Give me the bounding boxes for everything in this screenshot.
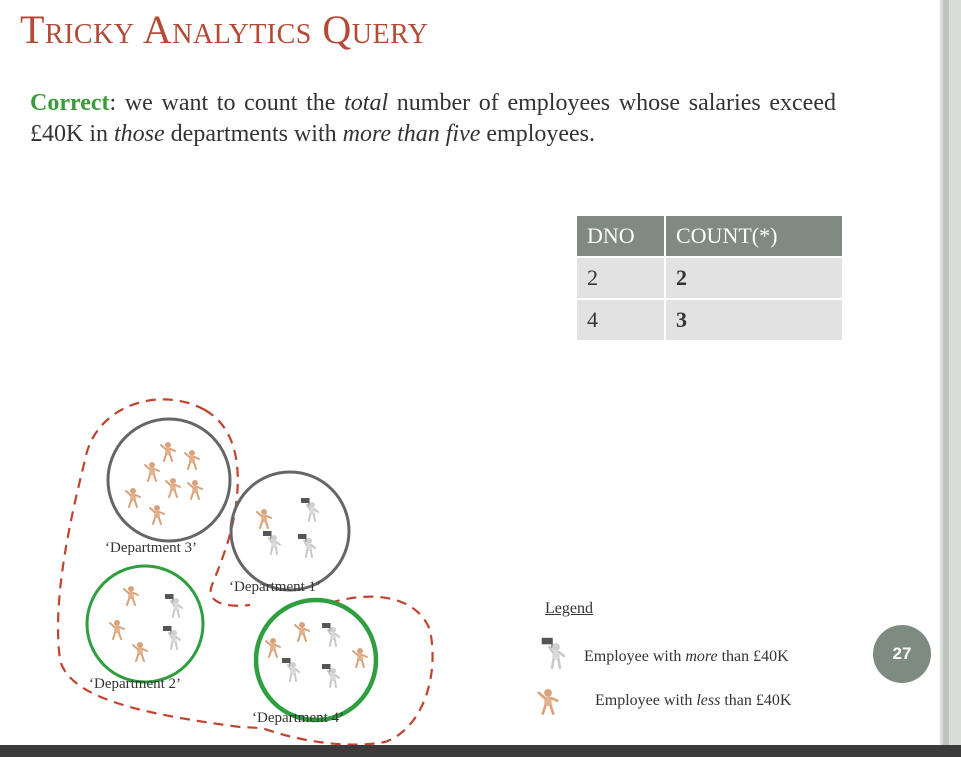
employee-less-icon bbox=[265, 637, 281, 658]
department-1-circle bbox=[229, 470, 351, 592]
employee-more-icon bbox=[162, 625, 181, 650]
department-2-label: ‘Department 2’ bbox=[89, 676, 182, 692]
employee-less-icon bbox=[132, 641, 148, 662]
employee-less-icon bbox=[125, 487, 141, 508]
employee-less-icon bbox=[165, 477, 181, 498]
employee-less-icon bbox=[109, 619, 125, 640]
bottom-edge-strip bbox=[0, 745, 961, 757]
employee-less-icon bbox=[160, 441, 176, 462]
employee-more-icon bbox=[262, 530, 281, 555]
right-edge-strip bbox=[940, 0, 961, 757]
department-2-circle bbox=[85, 564, 205, 684]
employee-more-icon bbox=[321, 663, 340, 688]
flag-person-icon bbox=[540, 636, 566, 669]
dashed-group-boundary bbox=[204, 409, 251, 607]
employee-less-icon bbox=[149, 504, 165, 525]
legend-less-label: Employee with less than £40K bbox=[595, 692, 792, 709]
employee-more-icon bbox=[164, 593, 183, 618]
slide: Tricky Analytics Query Correct: we want … bbox=[0, 0, 940, 745]
department-3-circle bbox=[106, 417, 232, 543]
department-1-label: ‘Department 1’ bbox=[229, 579, 322, 595]
employee-less-icon bbox=[352, 647, 368, 668]
employee-more-icon bbox=[321, 622, 340, 647]
legend-title: Legend bbox=[545, 600, 593, 617]
employee-less-icon bbox=[294, 621, 310, 642]
employee-less-icon bbox=[256, 508, 272, 529]
employee-more-icon bbox=[281, 657, 300, 682]
department-3-label: ‘Department 3’ bbox=[105, 540, 198, 556]
person-icon bbox=[537, 687, 559, 716]
employee-less-icon bbox=[123, 585, 139, 606]
department-4-label: ‘Department 4’ bbox=[252, 710, 345, 726]
employee-more-icon bbox=[300, 497, 319, 522]
employee-more-icon bbox=[297, 533, 316, 558]
employee-less-icon bbox=[187, 479, 203, 500]
page-number-badge: 27 bbox=[873, 625, 931, 683]
employee-less-icon bbox=[144, 461, 160, 482]
legend-more-label: Employee with more than £40K bbox=[584, 648, 789, 665]
employee-less-icon bbox=[184, 449, 200, 470]
department-diagram bbox=[56, 398, 566, 745]
